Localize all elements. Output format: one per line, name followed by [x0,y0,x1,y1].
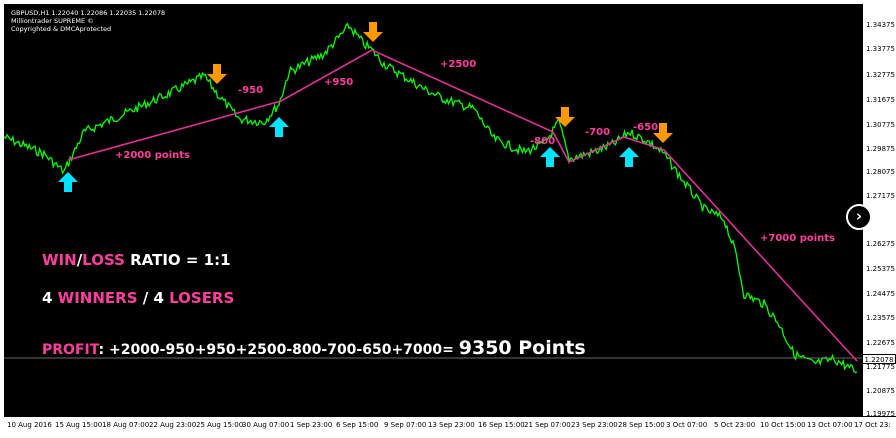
date-tick: 13 Oct 07:00 [807,421,853,429]
win-label: WIN [42,251,77,269]
price-tick: 1.29875 [866,145,895,153]
price-tick: 1.26275 [866,240,895,248]
price-tick: 1.25375 [866,265,895,273]
next-slide-button[interactable]: › [846,204,872,230]
sell-arrow-icon [363,22,383,42]
trade-label: +2500 [440,59,477,70]
trade-path-line [67,49,858,362]
sell-arrow-icon [555,107,575,127]
price-chart[interactable]: GBPUSD,H1 1.22040 1.22086 1.22035 1.2207… [3,4,862,416]
date-tick: 9 Sep 07:00 [384,421,427,429]
date-tick: 21 Sep 07:00 [524,421,571,429]
chevron-right-icon: › [855,207,863,225]
winners-label: WINNERS [57,289,138,307]
date-tick: 1 Sep 23:00 [290,421,333,429]
date-tick: 28 Sep 15:00 [618,421,665,429]
current-price-tag: 1.22078 [862,354,896,364]
buy-arrow-icon [619,147,639,167]
profit-summary: PROFIT: +2000-950+950+2500-800-700-650+7… [42,337,586,359]
date-tick: 15 Aug 15:00 [55,421,103,429]
price-tick: 1.32775 [866,71,895,79]
trade-label: -950 [238,85,264,96]
winners-losers: 4 WINNERS / 4 LOSERS [42,289,234,307]
price-tick: 1.30775 [866,121,895,129]
price-tick: 1.31675 [866,96,895,104]
trade-label: -700 [585,127,611,138]
copyright-notice: Copyrighted & DMCAprotected [11,25,112,33]
date-tick: 23 Sep 23:00 [571,421,618,429]
loss-label: LOSS [82,251,125,269]
ratio-value: RATIO = 1:1 [124,251,231,269]
price-tick: 1.23575 [866,314,895,322]
losers-count: / 4 [137,289,170,307]
date-tick: 10 Aug 2016 [7,421,52,429]
time-axis: 10 Aug 2016 15 Aug 15:00 18 Aug 07:00 22… [4,416,896,438]
date-tick: 18 Aug 07:00 [102,421,150,429]
price-tick: 1.20875 [866,387,895,395]
winners-count: 4 [42,289,58,307]
indicator-name: Milliontrader SUPREME © [11,17,94,25]
chart-header: GBPUSD,H1 1.22040 1.22086 1.22035 1.2207… [11,9,165,33]
price-tick: 1.33775 [866,45,895,53]
buy-arrow-icon [58,172,78,192]
date-tick: 6 Sep 15:00 [336,421,379,429]
date-tick: 10 Oct 15:00 [760,421,806,429]
trade-label: +950 [324,77,354,88]
buy-arrow-icon [540,147,560,167]
price-tick: 1.24475 [866,290,895,298]
date-tick: 22 Aug 23:00 [149,421,197,429]
buy-arrow-icon [269,117,289,137]
profit-label: PROFIT [42,342,99,358]
trade-label: -800 [530,136,556,147]
chart-window: GBPUSD,H1 1.22040 1.22086 1.22035 1.2207… [0,0,896,438]
losers-label: LOSERS [169,289,235,307]
win-loss-ratio: WIN/LOSS RATIO = 1:1 [42,251,231,269]
date-tick: 25 Aug 15:00 [196,421,244,429]
trade-label: -650 [633,122,659,133]
date-tick: 3 Oct 07:00 [666,421,708,429]
price-tick: 1.22675 [866,339,895,347]
price-tick: 1.27175 [866,192,895,200]
date-tick: 17 Oct 23: [854,421,891,429]
symbol-ohlc: GBPUSD,H1 1.22040 1.22086 1.22035 1.2207… [11,9,166,17]
profit-total: 9350 Points [458,337,586,359]
date-tick: 16 Sep 15:00 [478,421,525,429]
trade-label: +7000 points [760,233,835,244]
trade-label: +2000 points [115,150,190,161]
price-tick: 1.28075 [866,168,895,176]
date-tick: 13 Sep 23:00 [428,421,475,429]
price-tick: 1.34375 [866,21,895,29]
date-tick: 30 Aug 07:00 [242,421,290,429]
profit-expression: : +2000-950+950+2500-800-700-650+7000= [98,342,459,358]
date-tick: 5 Oct 23:00 [714,421,756,429]
